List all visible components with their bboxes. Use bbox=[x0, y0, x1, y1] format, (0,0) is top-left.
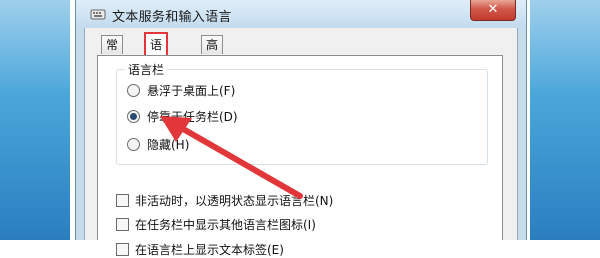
checkbox-label: 在语言栏上显示文本标签(E) bbox=[135, 243, 284, 257]
annotation-arrow-icon bbox=[160, 116, 303, 199]
checkbox[interactable] bbox=[116, 243, 129, 256]
checkbox-show-text-labels[interactable]: 在语言栏上显示文本标签(E) bbox=[116, 242, 284, 258]
